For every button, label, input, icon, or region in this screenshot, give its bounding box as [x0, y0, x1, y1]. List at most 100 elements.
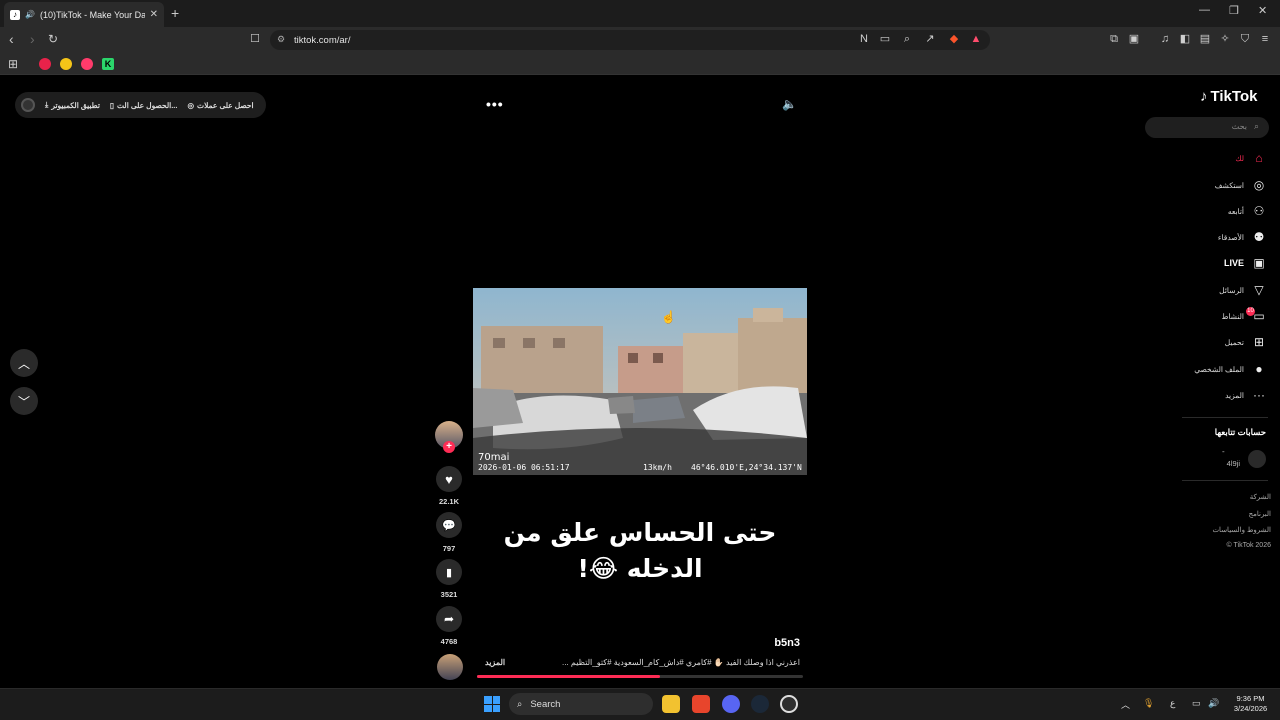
tray-chevron-icon[interactable]: ︿	[1121, 698, 1130, 711]
footer-program-link[interactable]: البرنامج	[1180, 510, 1271, 518]
bookmark-kick-icon[interactable]: K	[102, 58, 114, 70]
dashcam-speed: 13km/h	[643, 463, 672, 472]
taskbar-search[interactable]: ⌕ Search	[509, 693, 653, 715]
mouse-cursor-icon: ☝	[661, 310, 676, 324]
activity-badge: 10	[1246, 307, 1255, 316]
profile-icon: ●	[1255, 362, 1263, 376]
sidebar-item-label: LIVE	[1223, 258, 1244, 268]
language-indicator[interactable]: ع	[1170, 698, 1175, 709]
chevron-down-icon: ﹀	[17, 394, 30, 409]
tiktok-favicon-icon: ♪	[10, 9, 20, 20]
browser-tab[interactable]: ♪ 🔊 (10)TikTok - Make Your Day ✕	[4, 2, 164, 27]
taskbar-clock[interactable]: 9:36 PM 3/24/2026	[1228, 694, 1273, 714]
search-icon[interactable]: ⌕	[1254, 121, 1259, 132]
description-more-link[interactable]: المزيد	[485, 658, 505, 667]
user-avatar[interactable]	[21, 98, 35, 112]
new-tab-button[interactable]: +	[171, 5, 179, 21]
footer-company-link[interactable]: الشركة	[1180, 493, 1271, 501]
reload-icon[interactable]: ↻	[48, 32, 58, 46]
get-app-button[interactable]: ▯ الحصول على الت...	[110, 101, 178, 110]
media-icon[interactable]: ♫	[1158, 32, 1172, 46]
sidebar-item-label: الملف الشخصي	[1194, 364, 1244, 374]
dashcam-video-frame	[473, 288, 807, 475]
live-icon: ▣	[1253, 256, 1265, 270]
save-button[interactable]: ▮	[436, 559, 462, 585]
tab-close-icon[interactable]: ✕	[150, 9, 158, 20]
sidebar-item-following[interactable]: أتابعه ⚇	[1180, 202, 1266, 220]
download-icon: ⤓	[45, 100, 49, 109]
search-input[interactable]: بحث	[1145, 117, 1269, 138]
vpn-icon[interactable]: ⛉	[1238, 32, 1252, 46]
sidebar-item-upload[interactable]: تحميل ⊞	[1180, 333, 1266, 351]
get-coins-button[interactable]: ◎ احصل على عملات	[187, 101, 253, 110]
forward-icon[interactable]: ›	[30, 31, 35, 47]
back-icon[interactable]: ‹	[9, 31, 14, 47]
more-icon: ···	[1253, 388, 1265, 402]
sidebar-item-messages[interactable]: الرسائل ▽	[1180, 281, 1266, 299]
reader-icon[interactable]: ▣	[1127, 32, 1141, 46]
cast-icon[interactable]: ▭	[878, 32, 892, 46]
video-player[interactable]: 70mai 2026-01-06 06:51:17 13km/h 46°46.0…	[473, 288, 807, 475]
sidebar-item-more[interactable]: المزيد ···	[1180, 386, 1266, 404]
sidebar-item-profile[interactable]: الملف الشخصي ●	[1180, 360, 1266, 378]
menu-icon[interactable]: ≡	[1258, 32, 1272, 46]
network-icon[interactable]: ▭	[1192, 698, 1201, 709]
sidebar-item-label: لك	[1235, 153, 1244, 163]
sidebar-item-explore[interactable]: استكشف ◎	[1180, 176, 1266, 194]
volume-icon[interactable]: 🔊	[1208, 698, 1219, 709]
sidebar-icon[interactable]: ◧	[1178, 32, 1192, 46]
chevron-up-icon: ︿	[17, 356, 30, 371]
like-button[interactable]: ♥	[436, 466, 462, 492]
translate-icon[interactable]: N	[857, 32, 871, 46]
windows-start-icon[interactable]	[484, 696, 500, 712]
comment-button[interactable]: 💬	[436, 512, 462, 538]
tiktok-logo[interactable]: ♪ TikTok	[1200, 88, 1257, 105]
wallet-icon[interactable]: ▤	[1198, 32, 1212, 46]
three-dots-icon[interactable]: •••	[486, 96, 504, 112]
sidebar-item-live[interactable]: LIVE ▣	[1180, 254, 1266, 272]
brave-browser-icon[interactable]	[692, 695, 710, 713]
app-icon[interactable]	[780, 695, 798, 713]
bookmarks-bar	[0, 53, 1280, 75]
get-app-label: الحصول على الت...	[117, 100, 178, 110]
desktop-app-button[interactable]: ⤓ تطبيق الكمبيوتر	[45, 100, 100, 110]
steam-icon[interactable]	[751, 695, 769, 713]
restore-icon[interactable]: ❐	[1229, 4, 1239, 17]
footer-terms-link[interactable]: الشروط والسياسات	[1180, 526, 1271, 534]
leo-ai-icon[interactable]: ✧	[1218, 32, 1232, 46]
following-account-avatar[interactable]	[1248, 450, 1266, 468]
bookmark-bulb-icon[interactable]	[60, 58, 72, 70]
file-explorer-icon[interactable]	[662, 695, 680, 713]
bookmark-music-icon[interactable]	[81, 58, 93, 70]
search-icon: ⌕	[517, 698, 523, 710]
bookmark-icon[interactable]: ☐	[248, 32, 262, 46]
share-button[interactable]: ➦	[436, 606, 462, 632]
follow-plus-icon[interactable]: +	[443, 441, 455, 453]
clock-date: 3/24/2026	[1233, 704, 1268, 713]
apps-grid-icon[interactable]: ⊞	[8, 57, 18, 71]
extensions-icon[interactable]: ⧉	[1107, 32, 1121, 46]
taskbar-search-label: Search	[530, 698, 561, 710]
site-info-icon[interactable]: ⚙	[277, 34, 285, 45]
microphone-icon[interactable]: 🎙	[1143, 698, 1154, 709]
sound-avatar[interactable]	[437, 654, 463, 680]
sidebar-item-friends[interactable]: الأصدقاء ⚉	[1180, 228, 1266, 246]
save-count: 3521	[440, 590, 458, 599]
next-video-button[interactable]: ﹀	[10, 387, 38, 415]
window-close-icon[interactable]: ✕	[1258, 4, 1267, 17]
following-account-name[interactable]: 4l9ji	[1210, 459, 1240, 468]
share-icon[interactable]: ↗	[923, 32, 937, 46]
sidebar-item-label: الأصدقاء	[1217, 232, 1244, 242]
video-author[interactable]: b5n3	[760, 637, 800, 649]
clock-time: 9:36 PM	[1236, 694, 1265, 703]
bookmark-youtube-icon[interactable]	[39, 58, 51, 70]
share-arrow-icon: ➦	[443, 612, 455, 626]
sidebar-item-foryou[interactable]: لك ⌂	[1180, 149, 1266, 167]
discord-icon[interactable]	[722, 695, 740, 713]
previous-video-button[interactable]: ︿	[10, 349, 38, 377]
speaker-icon[interactable]: 🔈	[782, 97, 797, 111]
brave-shield-icon[interactable]: ◆	[947, 32, 961, 46]
zoom-icon[interactable]: ⌕	[900, 32, 914, 46]
minimize-icon[interactable]: —	[1199, 4, 1210, 16]
brave-rewards-icon[interactable]: ▲	[969, 32, 983, 46]
